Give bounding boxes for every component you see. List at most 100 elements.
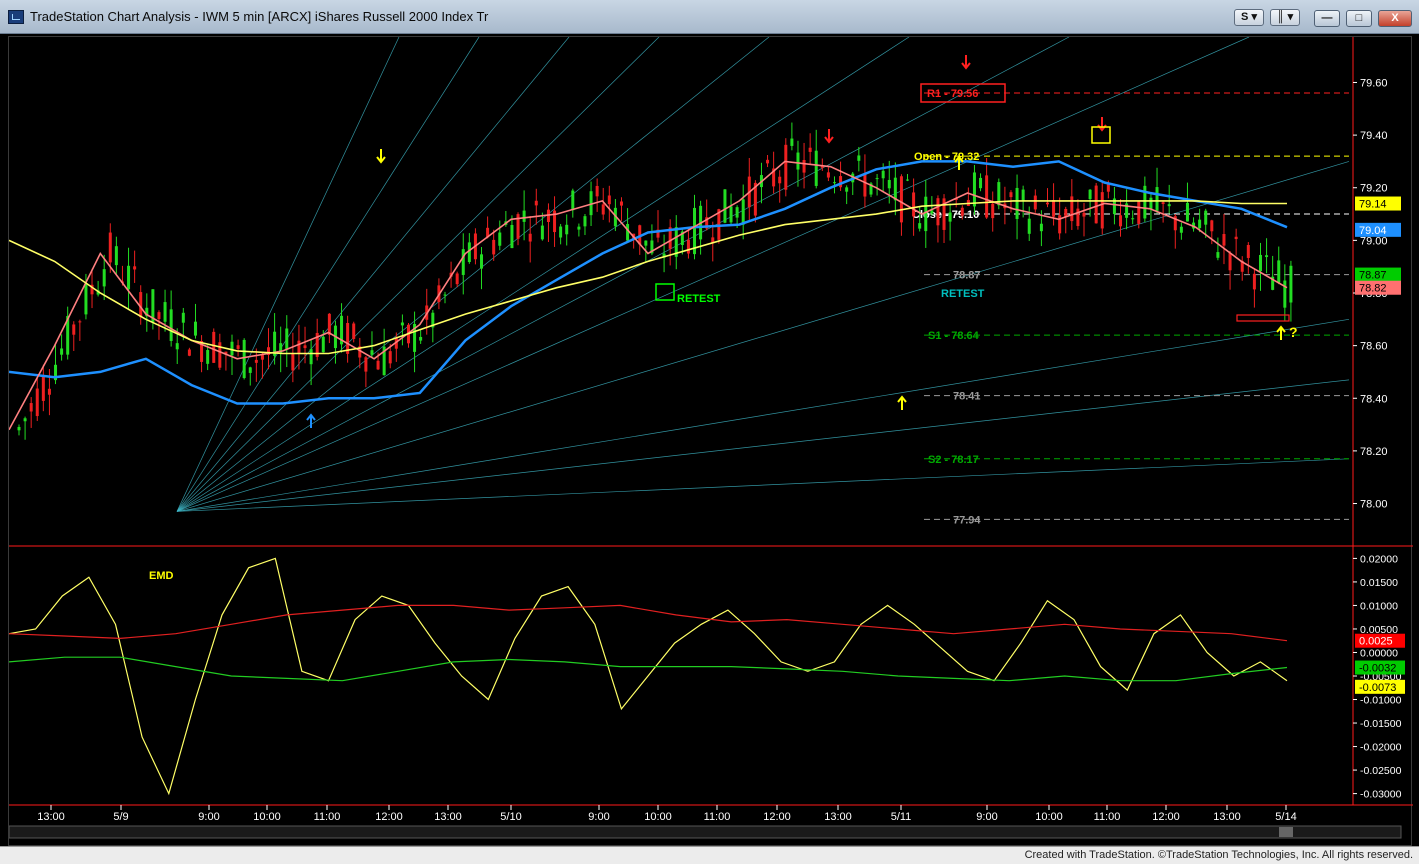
candle-body xyxy=(893,177,897,201)
candle-body xyxy=(832,182,836,184)
candle-body xyxy=(1265,255,1269,258)
link-button-label: ║ xyxy=(1276,11,1285,23)
candle-body xyxy=(540,225,544,240)
arrow-down-icon xyxy=(376,149,386,164)
footer-bar: Created with TradeStation. ©TradeStation… xyxy=(0,846,1419,864)
candle-body xyxy=(157,312,161,319)
y-tick-label: 79.60 xyxy=(1360,77,1388,89)
osc-tick-label: -0.03000 xyxy=(1360,789,1402,801)
chart-area[interactable]: R1 - 79.56 Open - 79.32 Close - 79.10 78.87… xyxy=(8,36,1413,847)
price-badge-label: 78.87 xyxy=(1359,270,1387,282)
fan-line xyxy=(176,458,1350,512)
candle-body xyxy=(741,199,745,225)
candle-body xyxy=(206,350,210,364)
candle-body xyxy=(285,328,289,350)
candle-body xyxy=(212,331,216,363)
arrow-down-icon xyxy=(1097,117,1107,132)
candle-body xyxy=(644,240,648,246)
close-button[interactable]: X xyxy=(1378,10,1412,27)
candle-body xyxy=(796,152,800,170)
link-menu-button[interactable]: ║ ▾ xyxy=(1270,9,1300,26)
x-tick-label: 11:00 xyxy=(704,811,731,823)
candle-body xyxy=(912,192,916,217)
minimize-icon: — xyxy=(1321,12,1333,24)
candle-body xyxy=(84,283,88,315)
candle-body xyxy=(400,322,404,326)
y-tick-label: 79.00 xyxy=(1360,235,1388,247)
candle-body xyxy=(528,233,532,242)
pivot-level-label: S1 - 78.64 xyxy=(928,330,980,342)
candle-body xyxy=(857,155,861,161)
candle-body xyxy=(766,159,770,164)
candle-body xyxy=(187,349,191,356)
candle-body xyxy=(1258,254,1262,272)
price-badge-label: 79.14 xyxy=(1359,199,1387,211)
x-tick-label: 10:00 xyxy=(253,811,281,823)
candle-body xyxy=(1009,192,1013,198)
candle-body xyxy=(1119,215,1123,227)
candle-body xyxy=(230,341,234,356)
candle-body xyxy=(595,185,599,197)
arrow-down-icon xyxy=(961,55,971,70)
candle-body xyxy=(814,150,818,186)
candle-body xyxy=(686,239,690,254)
s-button-label: S xyxy=(1241,11,1249,23)
candle-body xyxy=(1131,218,1135,220)
candle-body xyxy=(784,144,788,190)
candle-body xyxy=(248,367,252,373)
emd-label: EMD xyxy=(149,570,174,582)
candle-body xyxy=(1015,187,1019,219)
candle-body xyxy=(303,345,307,349)
fan-line xyxy=(176,37,400,512)
osc-tick-label: -0.02000 xyxy=(1360,742,1402,754)
pivot-level-label: 78.41 xyxy=(953,391,981,403)
y-tick-label: 79.40 xyxy=(1360,130,1388,142)
minimize-button[interactable]: — xyxy=(1314,10,1340,27)
candle-body xyxy=(1027,218,1031,234)
candle-body xyxy=(47,388,51,395)
candle-body xyxy=(480,254,484,269)
pivot-level-label: Close - 79.10 xyxy=(912,209,979,221)
x-tick-label: 13:00 xyxy=(37,811,65,823)
candle-body xyxy=(1204,210,1208,225)
candle-body xyxy=(985,175,989,218)
x-tick-label: 12:00 xyxy=(763,811,791,823)
scrollbar-thumb[interactable] xyxy=(1279,827,1293,837)
osc-tick-label: 0.01500 xyxy=(1360,577,1398,589)
candle-body xyxy=(193,321,197,336)
candle-body xyxy=(1161,202,1165,204)
s-menu-button[interactable]: S ▾ xyxy=(1234,9,1264,26)
horizontal-scrollbar[interactable] xyxy=(9,825,1402,839)
candle-body xyxy=(443,294,447,296)
candle-body xyxy=(1033,195,1037,210)
candle-body xyxy=(370,350,374,355)
candle-body xyxy=(778,176,782,184)
osc-badge-label: -0.0073 xyxy=(1359,682,1396,694)
app-chart-icon[interactable] xyxy=(8,10,24,24)
candle-body xyxy=(924,196,928,232)
candle-body xyxy=(376,360,380,370)
candle-body xyxy=(23,418,27,422)
x-tick-label: 9:00 xyxy=(976,811,997,823)
y-tick-label: 78.40 xyxy=(1360,393,1388,405)
candle-body xyxy=(291,353,295,371)
candle-body xyxy=(78,321,82,323)
x-tick-label: 12:00 xyxy=(1152,811,1180,823)
candle-body xyxy=(108,232,112,263)
x-tick-label: 11:00 xyxy=(314,811,341,823)
candle-body xyxy=(1137,201,1141,224)
price-chart-svg[interactable]: R1 - 79.56Open - 79.32Close - 79.1078.87… xyxy=(9,37,1413,847)
candle-body xyxy=(1289,265,1293,303)
candle-body xyxy=(1155,187,1159,211)
candle-body xyxy=(321,336,325,353)
maximize-button[interactable]: □ xyxy=(1346,10,1372,27)
y-tick-label: 78.60 xyxy=(1360,341,1388,353)
x-tick-label: 13:00 xyxy=(434,811,462,823)
candle-body xyxy=(181,312,185,323)
candle-body xyxy=(1185,202,1189,222)
x-tick-label: 10:00 xyxy=(1035,811,1063,823)
candle-body xyxy=(1052,200,1056,217)
pivot-level-label: 78.87 xyxy=(953,270,981,282)
candle-body xyxy=(808,147,812,152)
window-title: TradeStation Chart Analysis - IWM 5 min … xyxy=(30,9,489,24)
